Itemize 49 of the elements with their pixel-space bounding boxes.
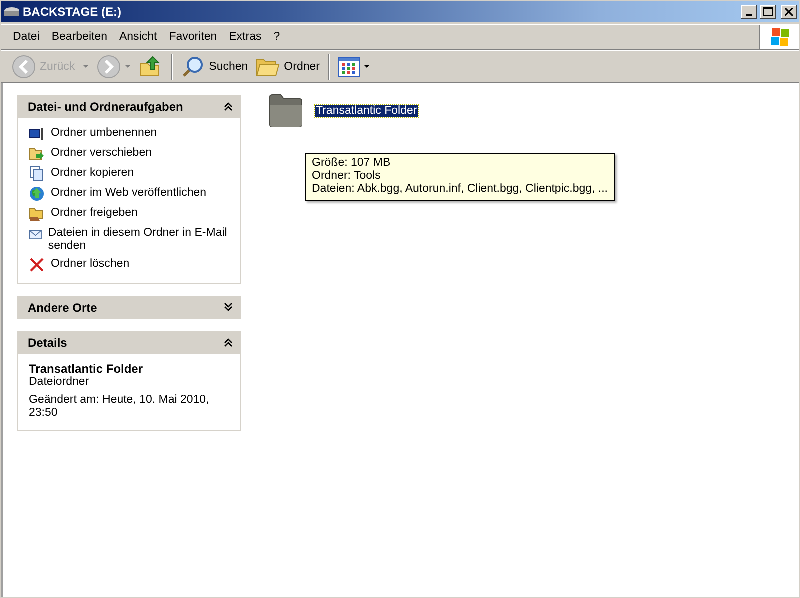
tooltip-line: Dateien: Abk.bgg, Autorun.inf, Client.bgg, Clientpic.bgg, ... (312, 183, 608, 196)
panel-header[interactable]: Datei- und Ordneraufgaben (17, 95, 241, 118)
minimize-icon (746, 14, 752, 16)
maximize-icon (763, 7, 773, 16)
menu-item[interactable]: Datei (7, 31, 46, 43)
menu-item[interactable]: Extras (223, 31, 268, 43)
copy-icon (29, 166, 45, 182)
close-button[interactable] (781, 4, 797, 18)
item-name: Transatlantic Folder (29, 362, 144, 376)
folder-name[interactable]: Transatlantic Folder (315, 105, 418, 117)
minimize-button[interactable] (741, 4, 757, 18)
task-link[interactable]: Ordner umbenennen (29, 126, 232, 142)
shared-folder-icon (29, 206, 45, 222)
folder-icon[interactable] (267, 93, 305, 129)
caret-icon (125, 64, 132, 68)
task-link[interactable]: Ordner kopieren (29, 166, 232, 182)
windows-flag-icon (770, 27, 790, 47)
move-folder-icon (29, 146, 45, 162)
task-link[interactable]: Ordner freigeben (29, 206, 232, 222)
task-link[interactable]: Dateien in diesem Ordner in E-Mail senden (29, 226, 232, 253)
modified-date: Geändert am: Heute, 10. Mai 2010, 23:50 (29, 394, 210, 420)
task-link[interactable]: Ordner löschen (29, 257, 232, 273)
globe-icon (29, 186, 45, 202)
close-icon (785, 8, 793, 16)
menu-item[interactable]: ? (268, 31, 286, 43)
menu-item[interactable]: Bearbeiten (46, 31, 114, 43)
expand-icon (224, 303, 233, 312)
caret-icon (83, 64, 90, 68)
window-title: BACKSTAGE (E:) (23, 4, 122, 18)
panel-header[interactable]: Andere Orte (17, 296, 241, 319)
item-type: Dateiordner (29, 376, 90, 389)
collapse-icon (224, 102, 233, 111)
views-icon (338, 56, 360, 76)
maximize-button[interactable] (760, 4, 776, 18)
menu-item[interactable]: Favoriten (163, 31, 224, 43)
caret-icon (364, 64, 370, 68)
delete-icon (29, 257, 45, 273)
search-button[interactable]: Suchen (178, 52, 252, 80)
rename-icon (29, 126, 45, 142)
tooltip-line: Größe: 107 MB (312, 157, 392, 170)
collapse-icon (224, 338, 233, 347)
task-link[interactable]: Ordner verschieben (29, 146, 232, 162)
panel-header[interactable]: Details (17, 331, 241, 354)
tooltip-line: Ordner: Tools (312, 170, 382, 183)
search-icon (181, 54, 206, 78)
drive-icon (4, 6, 20, 16)
task-link[interactable]: Ordner im Web veröffentlichen (29, 186, 232, 202)
menu-item[interactable]: Ansicht (113, 31, 164, 43)
folders-button[interactable]: Ordner (253, 54, 323, 80)
